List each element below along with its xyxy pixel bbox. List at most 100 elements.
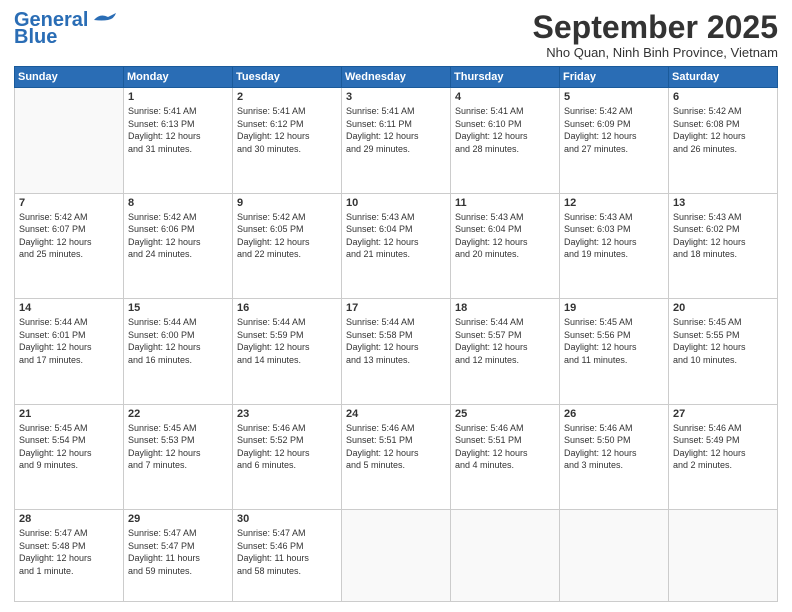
day-info: Sunrise: 5:42 AM Sunset: 6:07 PM Dayligh… bbox=[19, 211, 119, 261]
calendar-week-row: 28Sunrise: 5:47 AM Sunset: 5:48 PM Dayli… bbox=[15, 510, 778, 602]
day-number: 9 bbox=[237, 197, 337, 209]
day-info: Sunrise: 5:46 AM Sunset: 5:50 PM Dayligh… bbox=[564, 422, 664, 472]
day-number: 11 bbox=[455, 197, 555, 209]
day-number: 21 bbox=[19, 408, 119, 420]
day-number: 13 bbox=[673, 197, 773, 209]
calendar-cell: 5 Sunrise: 5:42 AM Sunset: 6:09 PM Daylig… bbox=[560, 88, 669, 193]
calendar-cell: 30 Sunrise: 5:47 AM Sunset: 5:46 PM Dayli… bbox=[233, 510, 342, 602]
day-info: Sunrise: 5:46 AM Sunset: 5:51 PM Dayligh… bbox=[455, 422, 555, 472]
calendar-week-row: 1 Sunrise: 5:41 AM Sunset: 6:13 PM Daylig… bbox=[15, 88, 778, 193]
day-number: 12 bbox=[564, 197, 664, 209]
day-info: Sunrise: 5:41 AM Sunset: 6:12 PM Dayligh… bbox=[237, 105, 337, 155]
day-number: 25 bbox=[455, 408, 555, 420]
calendar-cell: 9 Sunrise: 5:42 AM Sunset: 6:05 PM Daylig… bbox=[233, 193, 342, 298]
day-number: 20 bbox=[673, 302, 773, 314]
day-number: 30 bbox=[237, 513, 337, 525]
logo-blue: Blue bbox=[14, 26, 57, 49]
day-info: Sunrise: 5:42 AM Sunset: 6:09 PM Dayligh… bbox=[564, 105, 664, 155]
calendar-cell: 4 Sunrise: 5:41 AM Sunset: 6:10 PM Daylig… bbox=[451, 88, 560, 193]
calendar-cell: 25 Sunrise: 5:46 AM Sunset: 5:51 PM Dayli… bbox=[451, 404, 560, 509]
col-monday: Monday bbox=[124, 67, 233, 88]
calendar-cell: 26 Sunrise: 5:46 AM Sunset: 5:50 PM Dayli… bbox=[560, 404, 669, 509]
calendar-cell: 23 Sunrise: 5:46 AM Sunset: 5:52 PM Dayli… bbox=[233, 404, 342, 509]
day-number: 22 bbox=[128, 408, 228, 420]
calendar-cell: 8 Sunrise: 5:42 AM Sunset: 6:06 PM Daylig… bbox=[124, 193, 233, 298]
day-number: 14 bbox=[19, 302, 119, 314]
day-info: Sunrise: 5:46 AM Sunset: 5:49 PM Dayligh… bbox=[673, 422, 773, 472]
calendar-cell: 15 Sunrise: 5:44 AM Sunset: 6:00 PM Dayli… bbox=[124, 299, 233, 404]
day-info: Sunrise: 5:47 AM Sunset: 5:48 PM Dayligh… bbox=[19, 527, 119, 577]
calendar-cell: 24 Sunrise: 5:46 AM Sunset: 5:51 PM Dayli… bbox=[342, 404, 451, 509]
day-info: Sunrise: 5:43 AM Sunset: 6:04 PM Dayligh… bbox=[455, 211, 555, 261]
day-number: 19 bbox=[564, 302, 664, 314]
calendar-cell: 1 Sunrise: 5:41 AM Sunset: 6:13 PM Daylig… bbox=[124, 88, 233, 193]
day-number: 4 bbox=[455, 91, 555, 103]
day-info: Sunrise: 5:46 AM Sunset: 5:52 PM Dayligh… bbox=[237, 422, 337, 472]
day-number: 27 bbox=[673, 408, 773, 420]
logo: General Blue bbox=[14, 10, 118, 49]
calendar-week-row: 7Sunrise: 5:42 AM Sunset: 6:07 PM Daylig… bbox=[15, 193, 778, 298]
calendar-cell: 28Sunrise: 5:47 AM Sunset: 5:48 PM Dayli… bbox=[15, 510, 124, 602]
calendar-cell: 11 Sunrise: 5:43 AM Sunset: 6:04 PM Dayli… bbox=[451, 193, 560, 298]
day-number: 1 bbox=[128, 91, 228, 103]
day-info: Sunrise: 5:47 AM Sunset: 5:46 PM Dayligh… bbox=[237, 527, 337, 577]
day-number: 26 bbox=[564, 408, 664, 420]
col-saturday: Saturday bbox=[669, 67, 778, 88]
calendar-cell bbox=[15, 88, 124, 193]
calendar-cell: 12Sunrise: 5:43 AM Sunset: 6:03 PM Dayli… bbox=[560, 193, 669, 298]
day-info: Sunrise: 5:45 AM Sunset: 5:54 PM Dayligh… bbox=[19, 422, 119, 472]
calendar-cell bbox=[669, 510, 778, 602]
calendar-cell: 6 Sunrise: 5:42 AM Sunset: 6:08 PM Daylig… bbox=[669, 88, 778, 193]
title-block: September 2025 Nho Quan, Ninh Binh Provi… bbox=[533, 10, 778, 60]
day-info: Sunrise: 5:42 AM Sunset: 6:05 PM Dayligh… bbox=[237, 211, 337, 261]
day-number: 17 bbox=[346, 302, 446, 314]
day-number: 23 bbox=[237, 408, 337, 420]
calendar-week-row: 14 Sunrise: 5:44 AM Sunset: 6:01 PM Dayli… bbox=[15, 299, 778, 404]
calendar-cell: 22 Sunrise: 5:45 AM Sunset: 5:53 PM Dayli… bbox=[124, 404, 233, 509]
day-number: 6 bbox=[673, 91, 773, 103]
page: General Blue September 2025 Nho Quan, Ni… bbox=[0, 0, 792, 612]
calendar-cell: 19 Sunrise: 5:45 AM Sunset: 5:56 PM Dayli… bbox=[560, 299, 669, 404]
calendar-cell: 7Sunrise: 5:42 AM Sunset: 6:07 PM Daylig… bbox=[15, 193, 124, 298]
day-info: Sunrise: 5:45 AM Sunset: 5:56 PM Dayligh… bbox=[564, 316, 664, 366]
location: Nho Quan, Ninh Binh Province, Vietnam bbox=[533, 45, 778, 60]
day-info: Sunrise: 5:44 AM Sunset: 5:59 PM Dayligh… bbox=[237, 316, 337, 366]
day-info: Sunrise: 5:46 AM Sunset: 5:51 PM Dayligh… bbox=[346, 422, 446, 472]
calendar-cell: 3Sunrise: 5:41 AM Sunset: 6:11 PM Daylig… bbox=[342, 88, 451, 193]
calendar-cell: 10Sunrise: 5:43 AM Sunset: 6:04 PM Dayli… bbox=[342, 193, 451, 298]
calendar-header-row: Sunday Monday Tuesday Wednesday Thursday… bbox=[15, 67, 778, 88]
logo-bird-icon bbox=[90, 11, 118, 29]
calendar-week-row: 21 Sunrise: 5:45 AM Sunset: 5:54 PM Dayli… bbox=[15, 404, 778, 509]
day-info: Sunrise: 5:45 AM Sunset: 5:55 PM Dayligh… bbox=[673, 316, 773, 366]
day-info: Sunrise: 5:45 AM Sunset: 5:53 PM Dayligh… bbox=[128, 422, 228, 472]
calendar-cell: 14 Sunrise: 5:44 AM Sunset: 6:01 PM Dayli… bbox=[15, 299, 124, 404]
day-number: 5 bbox=[564, 91, 664, 103]
day-info: Sunrise: 5:44 AM Sunset: 6:00 PM Dayligh… bbox=[128, 316, 228, 366]
day-number: 8 bbox=[128, 197, 228, 209]
header: General Blue September 2025 Nho Quan, Ni… bbox=[14, 10, 778, 60]
calendar-cell: 17 Sunrise: 5:44 AM Sunset: 5:58 PM Dayli… bbox=[342, 299, 451, 404]
day-info: Sunrise: 5:42 AM Sunset: 6:08 PM Dayligh… bbox=[673, 105, 773, 155]
calendar-cell: 2 Sunrise: 5:41 AM Sunset: 6:12 PM Daylig… bbox=[233, 88, 342, 193]
calendar-cell: 21 Sunrise: 5:45 AM Sunset: 5:54 PM Dayli… bbox=[15, 404, 124, 509]
day-info: Sunrise: 5:41 AM Sunset: 6:10 PM Dayligh… bbox=[455, 105, 555, 155]
day-number: 15 bbox=[128, 302, 228, 314]
col-tuesday: Tuesday bbox=[233, 67, 342, 88]
day-number: 24 bbox=[346, 408, 446, 420]
calendar-cell: 13Sunrise: 5:43 AM Sunset: 6:02 PM Dayli… bbox=[669, 193, 778, 298]
calendar-cell: 27 Sunrise: 5:46 AM Sunset: 5:49 PM Dayli… bbox=[669, 404, 778, 509]
col-wednesday: Wednesday bbox=[342, 67, 451, 88]
day-info: Sunrise: 5:47 AM Sunset: 5:47 PM Dayligh… bbox=[128, 527, 228, 577]
day-number: 2 bbox=[237, 91, 337, 103]
calendar-table: Sunday Monday Tuesday Wednesday Thursday… bbox=[14, 66, 778, 602]
day-number: 29 bbox=[128, 513, 228, 525]
day-info: Sunrise: 5:41 AM Sunset: 6:13 PM Dayligh… bbox=[128, 105, 228, 155]
calendar-cell bbox=[560, 510, 669, 602]
calendar-cell: 18Sunrise: 5:44 AM Sunset: 5:57 PM Dayli… bbox=[451, 299, 560, 404]
day-info: Sunrise: 5:41 AM Sunset: 6:11 PM Dayligh… bbox=[346, 105, 446, 155]
day-info: Sunrise: 5:44 AM Sunset: 6:01 PM Dayligh… bbox=[19, 316, 119, 366]
day-info: Sunrise: 5:44 AM Sunset: 5:58 PM Dayligh… bbox=[346, 316, 446, 366]
day-number: 10 bbox=[346, 197, 446, 209]
day-info: Sunrise: 5:42 AM Sunset: 6:06 PM Dayligh… bbox=[128, 211, 228, 261]
day-number: 18 bbox=[455, 302, 555, 314]
